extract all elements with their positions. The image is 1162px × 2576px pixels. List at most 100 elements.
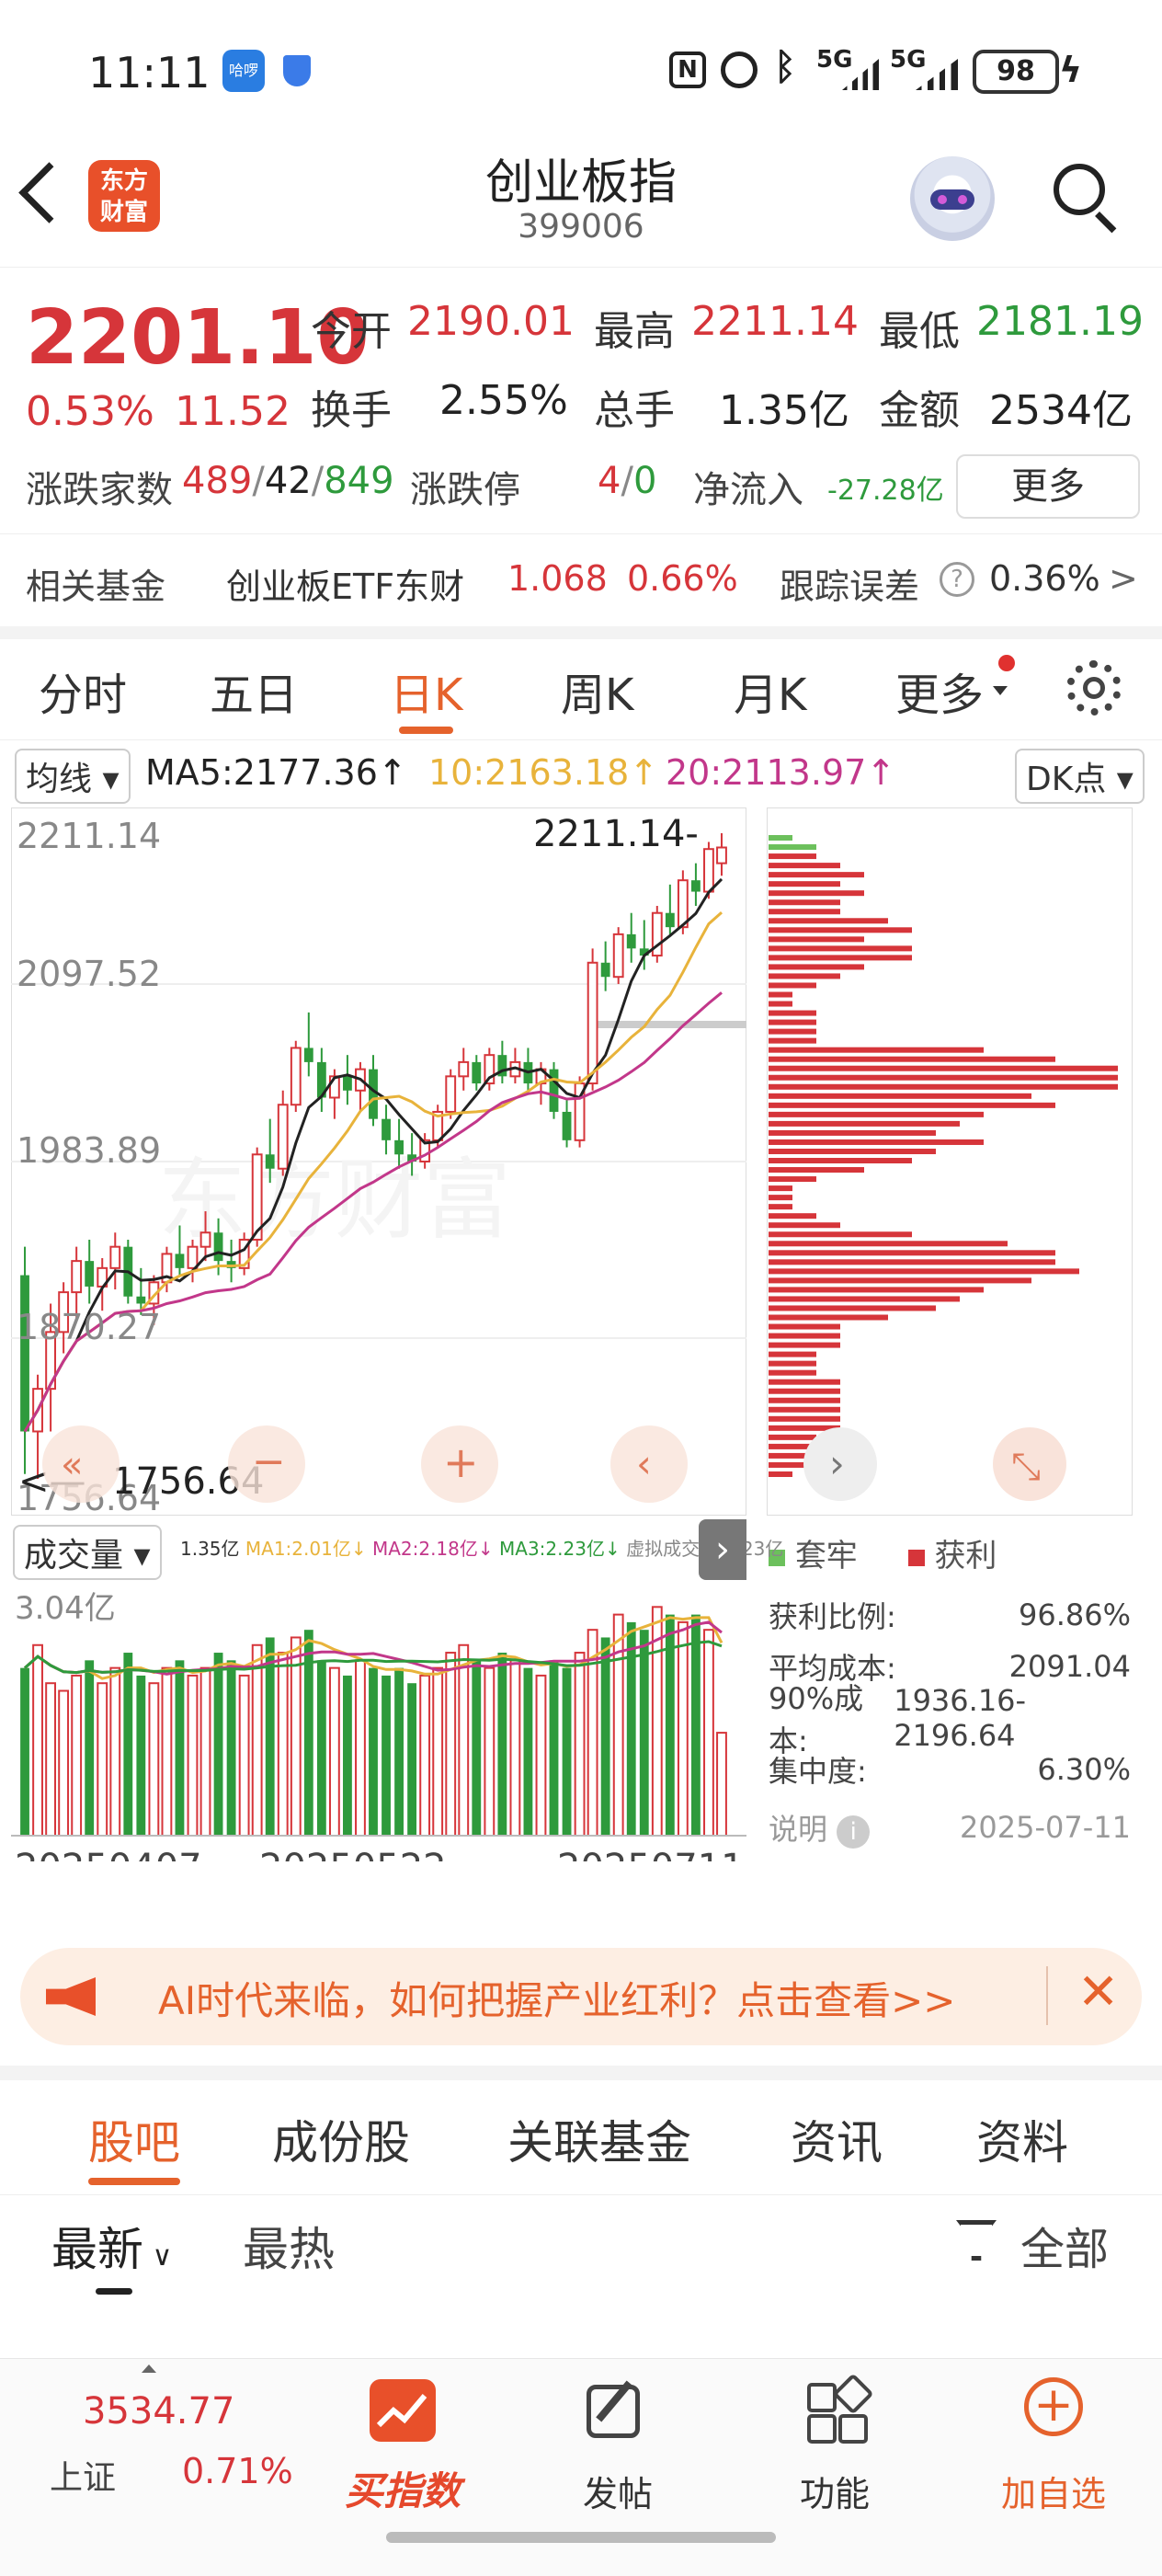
scroll-left-button[interactable]: ‹ [610, 1425, 688, 1503]
close-icon[interactable]: ✕ [1077, 1963, 1119, 2021]
search-icon[interactable] [1054, 164, 1117, 234]
candle-body [85, 1261, 95, 1287]
filter-icon[interactable] [956, 2220, 997, 2261]
note-date: 2025-07-11 [960, 1810, 1131, 1845]
high-value: 2211.14 [691, 298, 859, 345]
volume-bar [382, 1675, 391, 1836]
tab-profile[interactable]: 资料 [976, 2106, 1068, 2172]
panel-toggle-button[interactable]: › [699, 1519, 746, 1580]
divider [1046, 1966, 1048, 2025]
watermark: 东方财富 [158, 1149, 511, 1252]
help-icon[interactable]: ? [940, 562, 974, 597]
more-button[interactable]: 更多 [956, 454, 1140, 519]
chip-bar [769, 1342, 840, 1348]
chip-bar [769, 1001, 792, 1007]
candle-body [382, 1118, 391, 1140]
volume-bar [97, 1682, 108, 1837]
filter-all[interactable]: 全部 [1020, 2213, 1109, 2277]
candle-body [277, 1104, 289, 1170]
chip-bar [769, 1185, 792, 1192]
stat-value: 1936.16-2196.64 [894, 1683, 1027, 1753]
chip-bar [769, 964, 864, 970]
tab-news[interactable]: 资讯 [791, 2106, 883, 2172]
chip-bar [769, 927, 912, 933]
charging-icon: ϟ [1059, 50, 1083, 90]
grid-icon [807, 2373, 874, 2444]
candle-body [665, 912, 675, 928]
vol-value: 1.35亿 [180, 1538, 240, 1560]
tab-more[interactable]: 更多 [895, 658, 984, 723]
zoom-out-button[interactable]: − [228, 1425, 305, 1503]
chip-distribution-chart[interactable]: › ⤡ [767, 807, 1133, 1516]
tab-daily-k[interactable]: 日K [390, 658, 462, 734]
promo-banner[interactable]: AI时代来临，如何把握产业红利？点击查看>> ✕ [20, 1948, 1142, 2045]
shield-icon [283, 55, 311, 86]
volume-chart[interactable]: 3.04亿 20250407 20250522 20250711 [11, 1586, 746, 1861]
ma-selector-label: 均线 [26, 761, 93, 798]
chip-bar [769, 872, 864, 878]
tab-monthly-k[interactable]: 月K [734, 658, 806, 723]
zoom-in-button[interactable]: + [421, 1425, 498, 1503]
change-pct: 0.53% [26, 388, 154, 435]
volume-bar [277, 1652, 289, 1838]
limit-label: 涨跌停 [410, 469, 520, 511]
chip-bar [769, 1176, 816, 1183]
post-label: 发帖 [582, 2474, 653, 2514]
related-fund-row[interactable]: 相关基金 创业板ETF东财 1.068 0.66% 跟踪误差 ? 0.36% > [0, 533, 1162, 639]
low-value: 2181.19 [976, 298, 1144, 345]
volume-bar [251, 1643, 263, 1838]
info-icon: i [837, 1815, 871, 1849]
function-label: 功能 [799, 2474, 870, 2514]
tab-constituents[interactable]: 成份股 [272, 2106, 410, 2172]
robot-assistant-icon[interactable] [910, 156, 995, 241]
ma-selector[interactable]: 均线 ▾ [15, 749, 131, 804]
tracking-label: 跟踪误差 [780, 567, 920, 607]
dk-point-button[interactable]: DK点 ▾ [1015, 749, 1145, 804]
stat-label: 集中度: [769, 1754, 867, 1789]
alarm-icon [721, 52, 758, 88]
candle-body [626, 933, 636, 949]
chip-bar [769, 1379, 840, 1385]
zoom-back-button[interactable]: « [42, 1425, 120, 1503]
volume-bar [394, 1667, 404, 1836]
breadth-values: 489/42/849 [182, 460, 394, 502]
expand-button[interactable]: ⤡ [993, 1427, 1066, 1501]
status-bar: 11:11 哈啰 N ᛒ 5G 5G 98 ϟ [0, 0, 1162, 138]
chip-bar [769, 973, 840, 979]
chip-bar [769, 1222, 840, 1229]
chip-scroll-right-button[interactable]: › [803, 1427, 877, 1501]
sort-row: 最新 ∨ 最热 全部 [0, 2181, 1162, 2310]
price-axis-label: 2211.14 [17, 816, 161, 856]
tab-intraday[interactable]: 分时 [39, 658, 127, 723]
tab-related-funds[interactable]: 关联基金 [507, 2106, 691, 2172]
tab-guba[interactable]: 股吧 [88, 2106, 180, 2185]
tab-five-day[interactable]: 五日 [210, 658, 298, 723]
candle-body [290, 1047, 302, 1106]
chip-bar [769, 1351, 816, 1357]
chip-bar [769, 1019, 816, 1025]
sort-latest-label: 最新 [51, 2223, 143, 2276]
candlestick-chart[interactable]: 东方财富 2211.14 2097.52 1983.89 1870.27 175… [11, 807, 746, 1516]
chip-bar [769, 1167, 864, 1174]
chip-bar [769, 1471, 792, 1477]
chip-bar [769, 1434, 816, 1440]
sort-hot[interactable]: 最热 [243, 2213, 335, 2279]
chip-note-row[interactable]: 说明 i 2025-07-11 [769, 1795, 1131, 1860]
chip-bar [769, 1250, 1055, 1256]
open-value: 2190.01 [407, 298, 575, 345]
vol-ma1: MA1:2.01亿↓ [245, 1538, 367, 1560]
volume-bar [716, 1732, 727, 1837]
tab-weekly-k[interactable]: 周K [561, 658, 633, 723]
volume-bar [213, 1653, 223, 1836]
chevron-left-icon: ‹ [636, 1441, 652, 1486]
volume-bar [574, 1652, 586, 1838]
chip-bar [769, 1268, 1079, 1275]
volume-bar [484, 1666, 496, 1837]
volume-selector[interactable]: 成交量 ▾ [13, 1525, 162, 1580]
chip-bar [769, 1277, 1031, 1284]
community-tabs: 股吧 成份股 关联基金 资讯 资料 [0, 2066, 1162, 2195]
sort-latest[interactable]: 最新 ∨ [51, 2213, 173, 2279]
candle-body [458, 1060, 470, 1078]
fund-name: 创业板ETF东财 [226, 567, 465, 607]
chip-bar [769, 1231, 912, 1238]
